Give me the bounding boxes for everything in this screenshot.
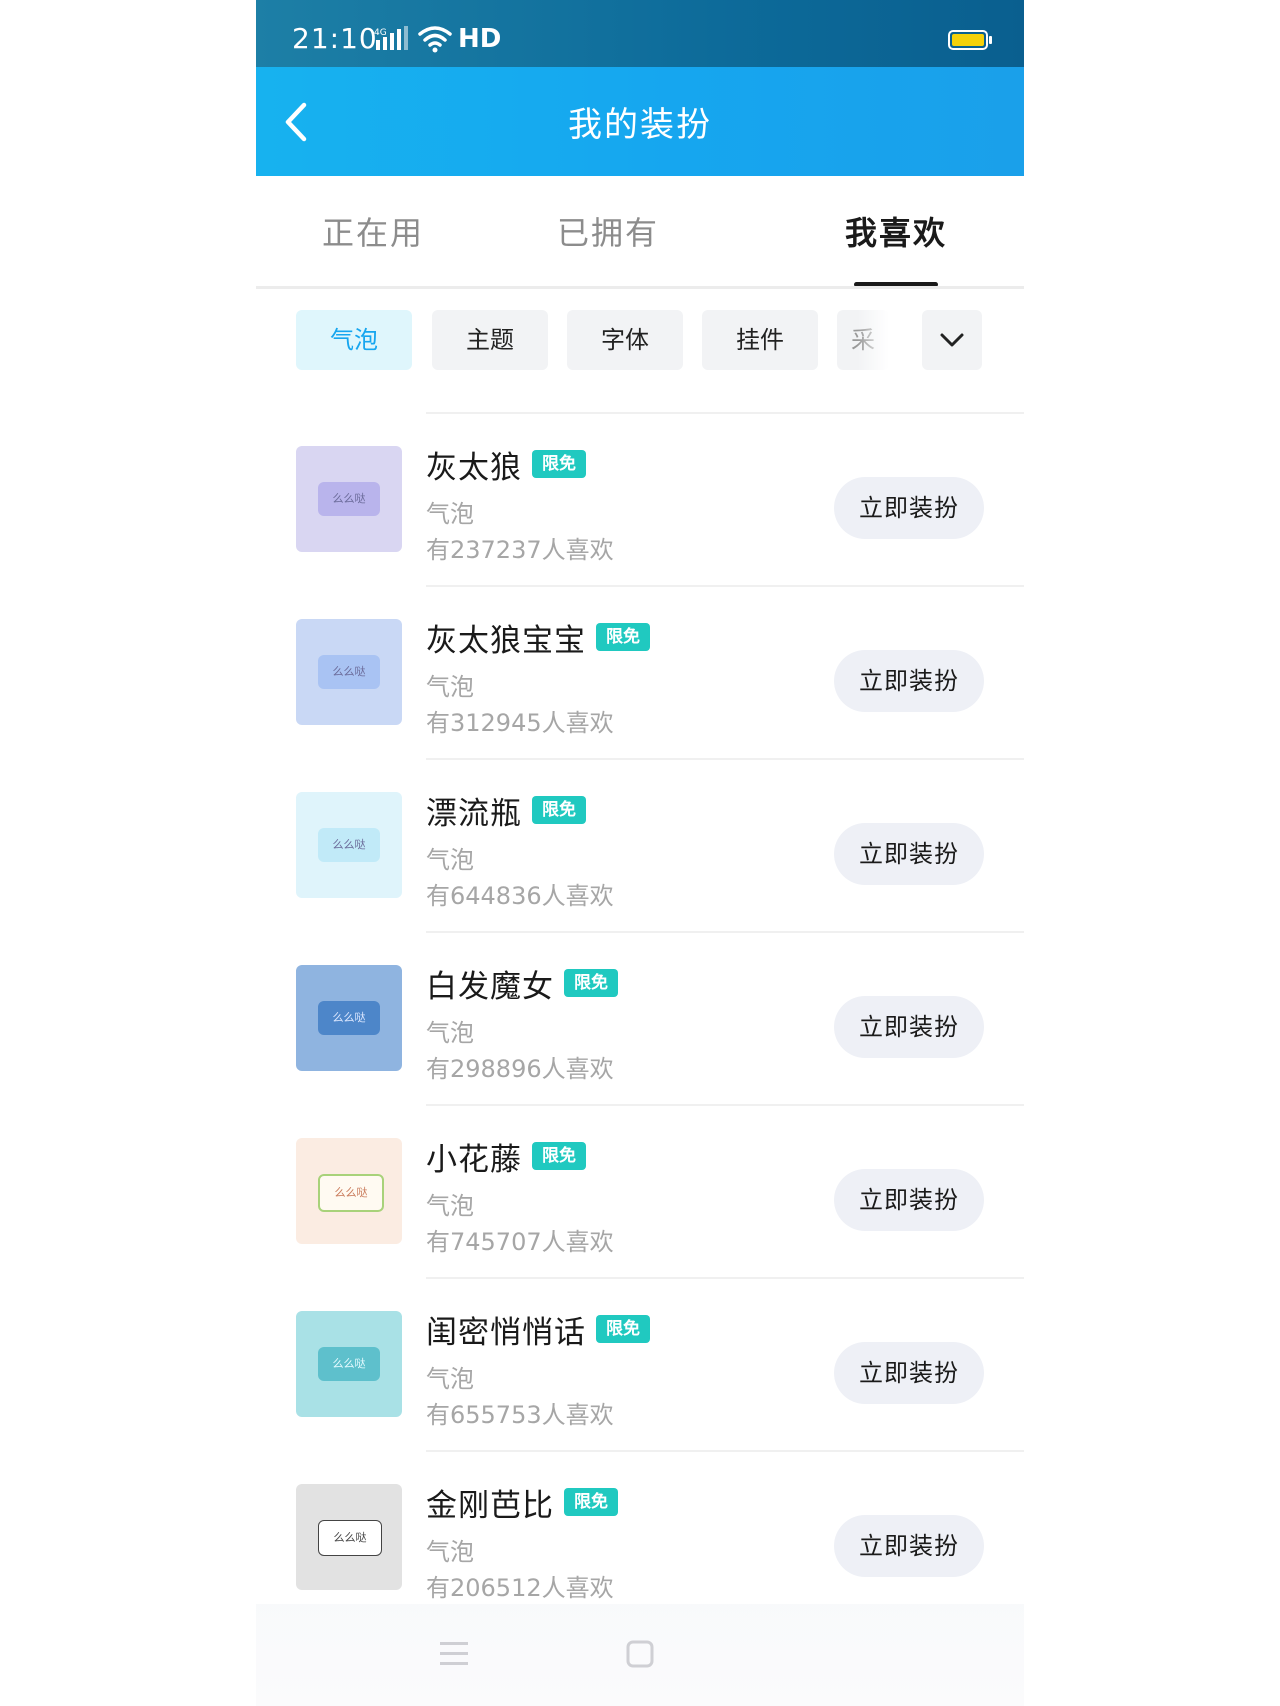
item-title-row: 白发魔女 限免 [426,963,618,1005]
item-title: 小花藤 [426,1141,522,1178]
category-filter: 气泡 主题 字体 挂件 采 [296,310,996,372]
item-title: 白发魔女 [426,968,554,1005]
item-thumbnail[interactable]: 么么哒 [296,446,402,552]
item-likes: 有655753人喜欢 [426,1401,614,1429]
item-type: 气泡 [426,1365,474,1393]
item-thumbnail[interactable]: 么么哒 [296,1311,402,1417]
tab-in-use[interactable]: 正在用 [273,208,473,254]
list-item: 么么哒 白发魔女 限免 气泡 有298896人喜欢 立即装扮 [256,931,1024,1104]
item-likes: 有237237人喜欢 [426,536,614,564]
item-thumbnail[interactable]: 么么哒 [296,619,402,725]
status-bar: 21:10 4G HD [256,0,1024,67]
bubble-preview: 么么哒 [318,655,380,689]
apply-button[interactable]: 立即装扮 [834,823,984,885]
list-item: 么么哒 灰太狼 限免 气泡 有237237人喜欢 立即装扮 [256,412,1024,585]
tab-bar: 正在用 已拥有 我喜欢 [256,176,1024,288]
list-item: 么么哒 小花藤 限免 气泡 有745707人喜欢 立即装扮 [256,1104,1024,1277]
free-badge: 限免 [532,450,586,478]
tab-liked[interactable]: 我喜欢 [796,208,996,254]
system-nav-bar [256,1604,1024,1706]
svg-text:4G: 4G [374,28,387,38]
item-type: 气泡 [426,1019,474,1047]
signal-icon: 4G [374,26,408,50]
bubble-preview: 么么哒 [318,1174,384,1212]
divider [426,412,1024,414]
bubble-preview: 么么哒 [318,1520,382,1556]
menu-icon[interactable] [440,1640,470,1668]
list-item: 么么哒 闺密悄悄话 限免 气泡 有655753人喜欢 立即装扮 [256,1277,1024,1450]
item-title-row: 闺密悄悄话 限免 [426,1309,650,1351]
wifi-icon [418,26,452,53]
divider [426,931,1024,933]
bubble-preview: 么么哒 [318,828,380,862]
item-title-row: 灰太狼 限免 [426,444,586,486]
item-likes: 有312945人喜欢 [426,709,614,737]
status-time: 21:10 [292,22,378,55]
bubble-preview: 么么哒 [318,482,380,516]
apply-button[interactable]: 立即装扮 [834,1515,984,1577]
bubble-preview: 么么哒 [318,1001,380,1035]
item-likes: 有745707人喜欢 [426,1228,614,1256]
free-badge: 限免 [564,1488,618,1516]
item-title-row: 小花藤 限免 [426,1136,586,1178]
item-title: 灰太狼宝宝 [426,622,586,659]
battery-icon [948,30,992,50]
expand-categories-button[interactable] [922,310,982,370]
bubble-preview: 么么哒 [318,1347,380,1381]
divider [426,585,1024,587]
tabs-divider [256,286,1024,289]
item-thumbnail[interactable]: 么么哒 [296,1484,402,1590]
list-item: 么么哒 金刚芭比 限免 气泡 有206512人喜欢 立即装扮 [256,1450,1024,1623]
free-badge: 限免 [564,969,618,997]
apply-button[interactable]: 立即装扮 [834,650,984,712]
item-thumbnail[interactable]: 么么哒 [296,1138,402,1244]
apply-button[interactable]: 立即装扮 [834,996,984,1058]
item-likes: 有298896人喜欢 [426,1055,614,1083]
item-title: 金刚芭比 [426,1487,554,1524]
item-title-row: 金刚芭比 限免 [426,1482,618,1524]
tab-owned[interactable]: 已拥有 [508,208,708,254]
item-type: 气泡 [426,846,474,874]
page-title: 我的装扮 [568,105,712,145]
category-theme[interactable]: 主题 [432,310,548,370]
free-badge: 限免 [532,796,586,824]
free-badge: 限免 [596,623,650,651]
divider [426,758,1024,760]
item-type: 气泡 [426,673,474,701]
free-badge: 限免 [532,1142,586,1170]
item-title: 闺密悄悄话 [426,1314,586,1351]
item-thumbnail[interactable]: 么么哒 [296,792,402,898]
divider [426,1104,1024,1106]
apply-button[interactable]: 立即装扮 [834,1169,984,1231]
item-title: 灰太狼 [426,449,522,486]
divider [426,1277,1024,1279]
item-type: 气泡 [426,500,474,528]
category-font[interactable]: 字体 [567,310,683,370]
list-item: 么么哒 灰太狼宝宝 限免 气泡 有312945人喜欢 立即装扮 [256,585,1024,758]
apply-button[interactable]: 立即装扮 [834,1342,984,1404]
chevron-down-icon [940,333,964,347]
category-more-partial[interactable]: 采 [837,310,889,370]
home-square-icon[interactable] [626,1640,656,1670]
category-bubble[interactable]: 气泡 [296,310,412,370]
apply-button[interactable]: 立即装扮 [834,477,984,539]
network-label: HD [458,24,502,54]
item-title-row: 漂流瓶 限免 [426,790,586,832]
item-likes: 有206512人喜欢 [426,1574,614,1602]
item-likes: 有644836人喜欢 [426,882,614,910]
category-pendant[interactable]: 挂件 [702,310,818,370]
item-title-row: 灰太狼宝宝 限免 [426,617,650,659]
divider [426,1450,1024,1452]
free-badge: 限免 [596,1315,650,1343]
item-type: 气泡 [426,1192,474,1220]
header-bar: 我的装扮 [256,67,1024,176]
item-title: 漂流瓶 [426,795,522,832]
list-item: 么么哒 漂流瓶 限免 气泡 有644836人喜欢 立即装扮 [256,758,1024,931]
item-thumbnail[interactable]: 么么哒 [296,965,402,1071]
phone-screen: 21:10 4G HD 我的装扮 正在用 已拥有 我喜欢 气泡 主题 字体 挂件… [256,0,1024,1706]
item-type: 气泡 [426,1538,474,1566]
